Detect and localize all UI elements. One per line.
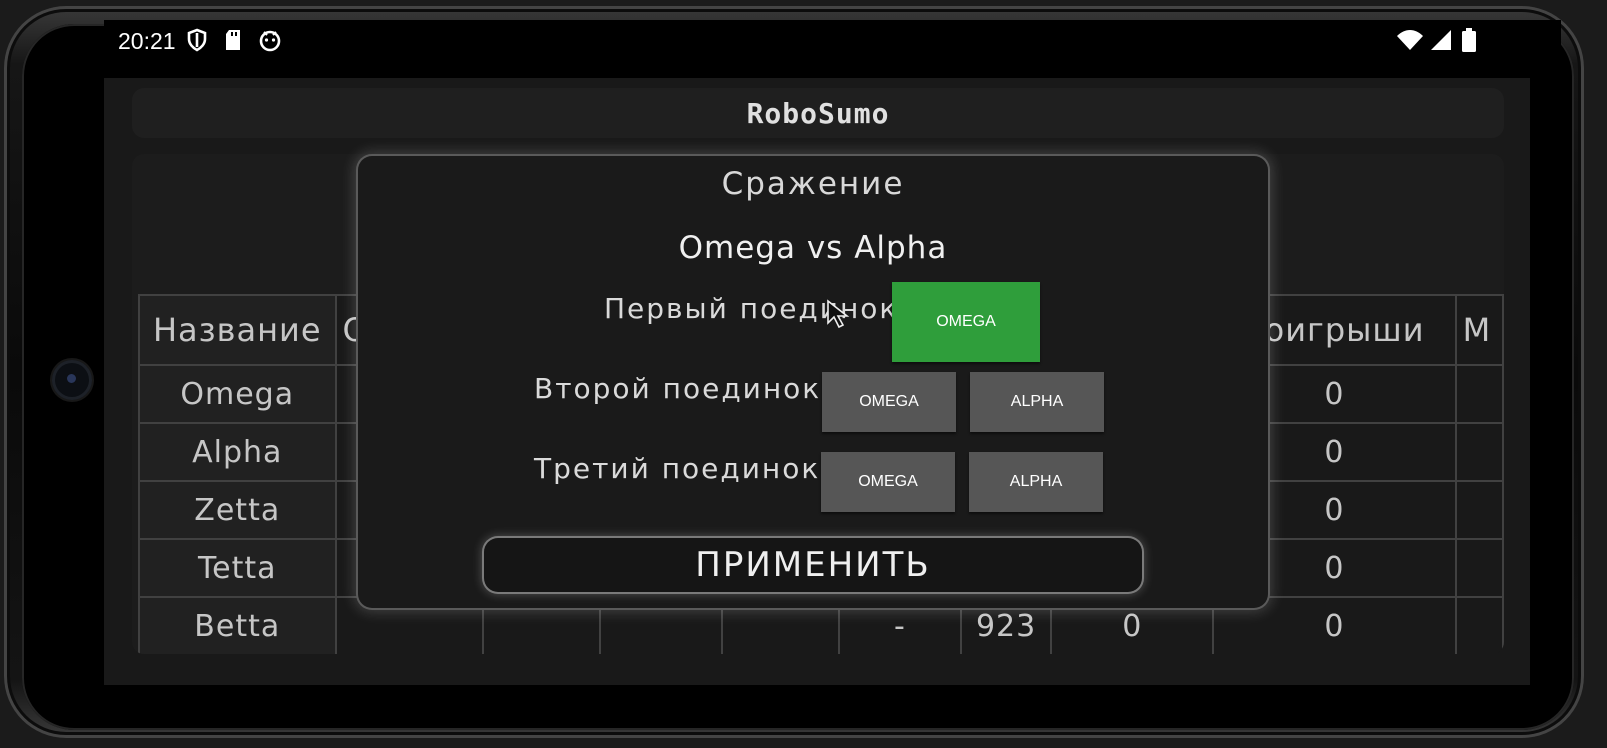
wifi-icon [1396,28,1424,56]
app-title: RoboSumo [746,96,890,130]
sd-card-icon [224,28,242,56]
round-1-omega-button[interactable]: OMEGA [892,282,1040,362]
device-screen: 20:21 RoboSumo Название О Проигрыши М Om… [104,20,1561,685]
signal-icon [1430,28,1452,56]
status-bar: 20:21 [104,20,1561,64]
mouse-cursor-icon [827,299,850,329]
notification-app-icon [258,28,282,56]
battery-icon [1462,28,1476,58]
dialog-title: Сражение [721,166,905,202]
matchup-text: Omega vs Alpha [678,230,948,266]
front-camera [52,360,92,400]
round-1-label: Первый поединок [604,292,899,325]
round-2-label: Второй поединок [534,372,822,405]
round-2-omega-button[interactable]: OMEGA [822,372,956,432]
apply-button[interactable]: ПРИМЕНИТЬ [484,538,1142,592]
app-area: RoboSumo Название О Проигрыши М Omega 0 … [104,78,1530,685]
status-time: 20:21 [118,28,176,54]
round-3-alpha-button[interactable]: ALPHA [969,452,1103,512]
shield-icon [186,28,208,56]
app-title-bar: RoboSumo [132,88,1504,138]
round-2-alpha-button[interactable]: ALPHA [970,372,1104,432]
battle-dialog: Сражение Omega vs Alpha Первый поединок … [358,156,1268,608]
round-3-omega-button[interactable]: OMEGA [821,452,955,512]
round-3-label: Третий поединок [534,452,821,485]
